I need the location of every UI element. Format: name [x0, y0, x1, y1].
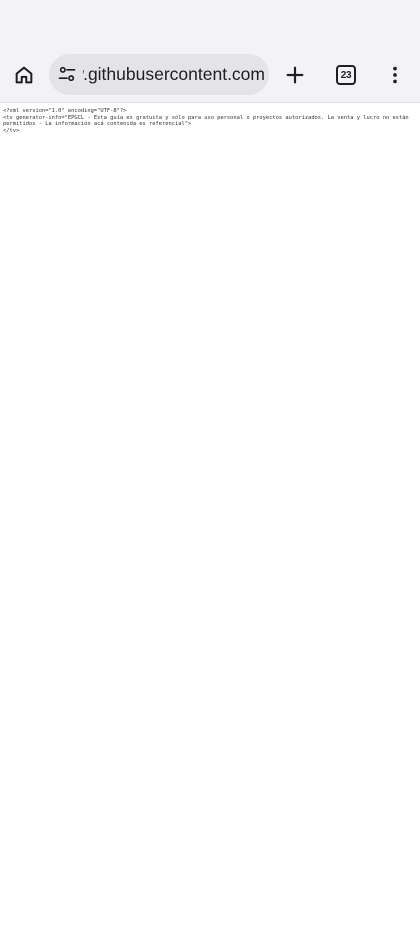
tune-icon [58, 66, 76, 82]
url-text: raw.githubusercontent.com [83, 54, 265, 95]
address-bar[interactable]: raw.githubusercontent.com [49, 54, 269, 95]
tab-count: 23 [340, 69, 352, 81]
browser-toolbar: raw.githubusercontent.com 23 [0, 48, 420, 103]
xml-declaration: <?xml version="1.0" encoding="UTF-8"?> [3, 108, 127, 114]
site-settings-button[interactable] [55, 62, 79, 86]
tab-switcher-icon: 23 [336, 65, 356, 85]
tv-open-tag: <tv generator-info="EPGCL - Esta guía es… [3, 114, 412, 128]
browser-screen: raw.githubusercontent.com 23 <?xml versi… [0, 0, 420, 940]
status-bar [0, 0, 420, 48]
url-value: raw.githubusercontent.com [83, 64, 265, 84]
plus-icon [286, 66, 304, 84]
home-button[interactable] [7, 58, 41, 92]
home-icon [15, 66, 33, 84]
tab-switcher-button[interactable]: 23 [329, 58, 363, 92]
menu-button[interactable] [378, 58, 412, 92]
new-tab-button[interactable] [278, 58, 312, 92]
xml-document: <?xml version="1.0" encoding="UTF-8"?> <… [3, 108, 411, 134]
tv-close-tag: </tv> [3, 127, 20, 134]
more-vert-icon [393, 66, 397, 84]
